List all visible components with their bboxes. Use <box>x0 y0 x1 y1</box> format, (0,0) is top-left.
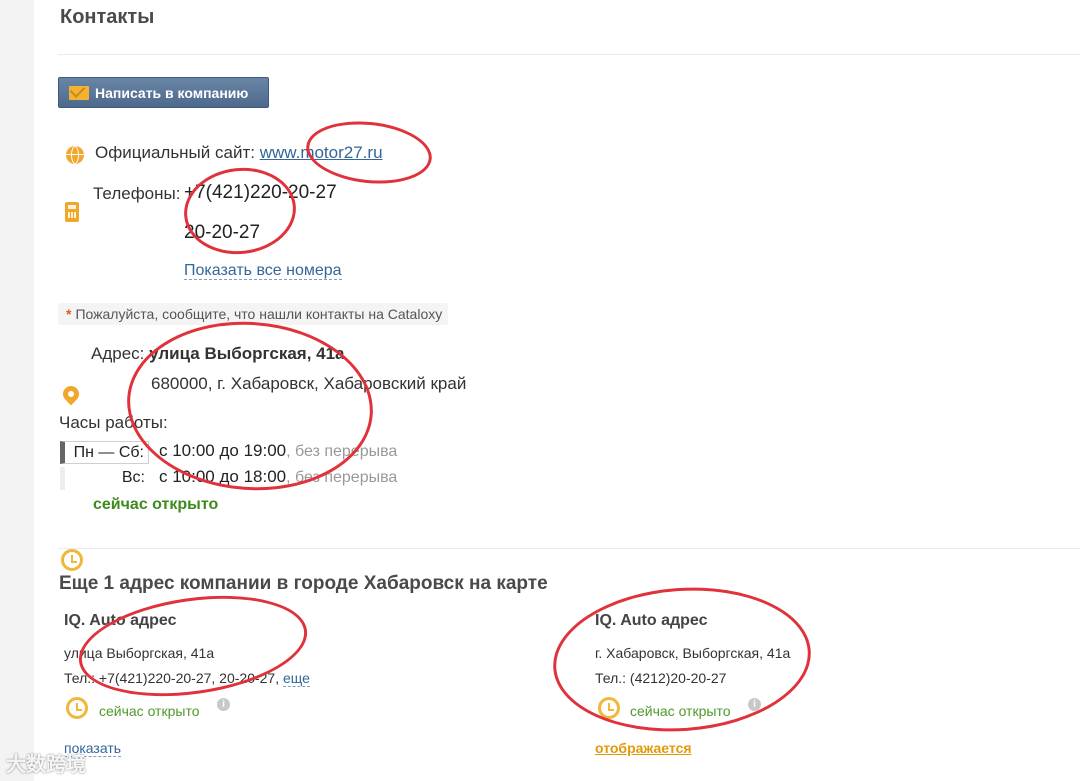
site-link[interactable]: www.motor27.ru <box>260 143 383 162</box>
section-title: Контакты <box>60 6 155 28</box>
more-phones-link[interactable]: еще <box>283 670 310 687</box>
hours-note: , без перерыва <box>286 443 398 460</box>
site-label: Официальный сайт: <box>95 143 255 162</box>
day-range-mon-sat: Пн — Сб: <box>60 441 149 464</box>
clock-icon <box>598 697 620 719</box>
write-company-button-label: Написать в компанию <box>95 84 249 101</box>
hours-row-sunday: с 10:00 до 18:00, без перерыва <box>159 467 397 487</box>
address-card-status: сейчас открыто <box>99 703 200 719</box>
address-label: Адрес: <box>91 344 145 363</box>
address-card: IQ. Auto адрес улица Выборгская, 41а Тел… <box>64 612 544 772</box>
other-addresses-heading: Еще 1 адрес компании в городе Хабаровск … <box>59 573 548 594</box>
address-card-phone: Тел.: +7(421)220-20-27, 20-20-27, <box>64 670 280 686</box>
location-pin-icon <box>59 382 83 406</box>
address-card-status: сейчас открыто <box>630 703 731 719</box>
site-row: Официальный сайт: www.motor27.ru <box>95 143 383 163</box>
phones-label: Телефоны: <box>93 184 181 203</box>
address-card-address: г. Хабаровск, Выборгская, 41а <box>595 645 791 661</box>
phone-number[interactable]: +7(421)220-20-27 <box>184 182 337 204</box>
phone-number[interactable]: 20-20-27 <box>184 222 260 244</box>
phone-book-icon <box>65 202 79 222</box>
hours-row-mon-sat: с 10:00 до 19:00, без перерыва <box>159 441 397 461</box>
address-card-phone-row: Тел.: +7(421)220-20-27, 20-20-27, еще <box>64 670 310 687</box>
displayed-on-map-label: отображается <box>595 740 692 756</box>
address-card: IQ. Auto адрес г. Хабаровск, Выборгская,… <box>595 612 1075 772</box>
note-text: Пожалуйста, сообщите, что нашли контакты… <box>75 306 443 322</box>
address-card-title: IQ. Auto адрес <box>595 612 708 629</box>
envelope-icon <box>69 85 89 100</box>
info-icon[interactable]: i <box>217 698 230 711</box>
divider <box>58 54 1080 55</box>
page: Контакты Написать в компанию Официальный… <box>34 0 1080 781</box>
address-row: Адрес: улица Выборгская, 41а <box>91 344 345 364</box>
address-card-title: IQ. Auto адрес <box>64 612 177 629</box>
hours-time: с 10:00 до 18:00 <box>159 467 287 486</box>
show-all-numbers-link[interactable]: Показать все номера <box>184 262 342 280</box>
hours-note: , без перерыва <box>286 469 398 486</box>
address-card-phone: Тел.: (4212)20-20-27 <box>595 670 727 686</box>
globe-icon <box>66 146 84 164</box>
divider <box>58 548 1080 549</box>
show-all-numbers-label: Показать все номера <box>184 262 342 280</box>
note-star: * <box>66 306 72 322</box>
displayed-on-map-link[interactable]: отображается <box>595 740 692 758</box>
hours-label: Часы работы: <box>59 413 168 432</box>
open-status: сейчас открыто <box>93 496 219 513</box>
address-street: улица Выборгская, 41а <box>149 344 345 363</box>
write-company-button[interactable]: Написать в компанию <box>58 77 269 108</box>
cataloxy-note: * Пожалуйста, сообщите, что нашли контак… <box>58 303 449 325</box>
day-sunday: Вс: <box>60 467 149 490</box>
hours-time: с 10:00 до 19:00 <box>159 441 287 460</box>
clock-icon <box>66 697 88 719</box>
watermark-logo: 大数跨境 <box>6 754 86 776</box>
address-city: 680000, г. Хабаровск, Хабаровский край <box>151 374 467 393</box>
address-card-address: улица Выборгская, 41а <box>64 645 215 661</box>
clock-icon <box>61 549 83 571</box>
info-icon[interactable]: i <box>748 698 761 711</box>
